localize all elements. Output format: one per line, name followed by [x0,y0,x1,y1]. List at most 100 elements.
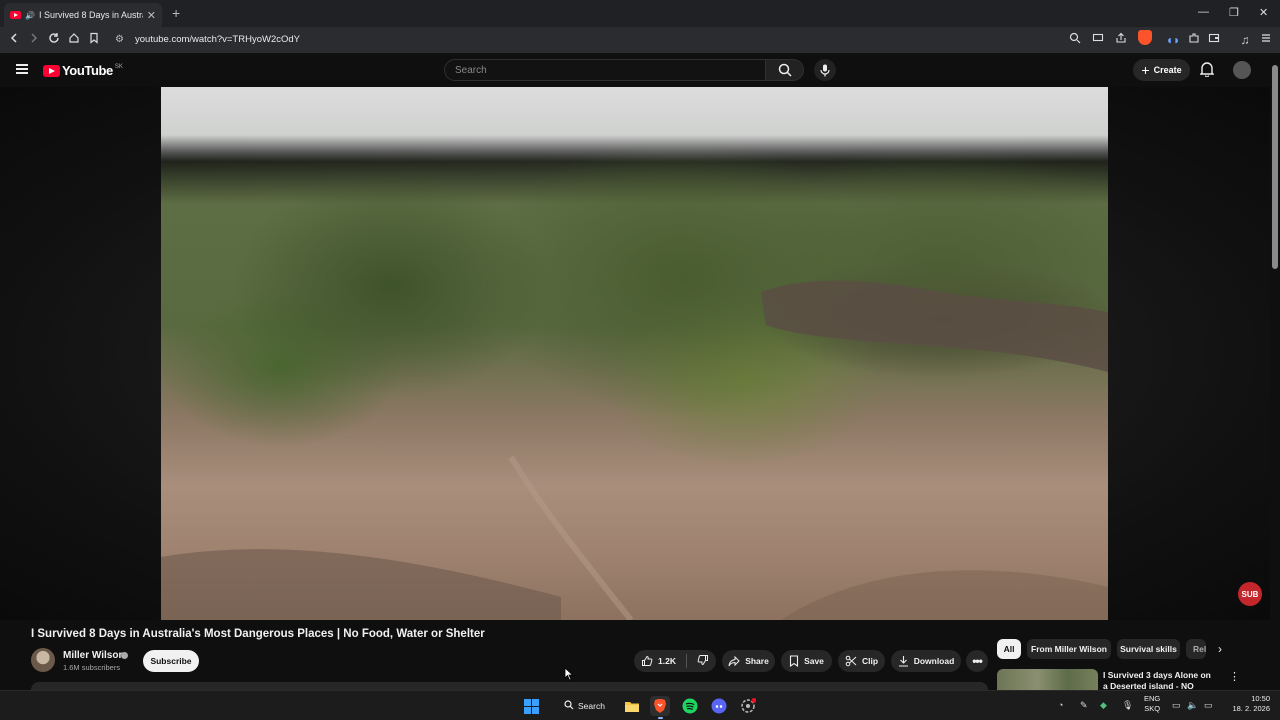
more-horizontal-icon: ••• [972,654,983,668]
download-icon [898,655,909,667]
video-frame-bush-scene [161,280,1108,620]
chip-all[interactable]: All [997,639,1021,659]
notifications-bell-icon[interactable] [1199,61,1215,82]
like-count[interactable]: 1.2K [658,656,676,666]
video-player[interactable] [161,87,1108,620]
share-page-icon[interactable] [1113,32,1129,48]
back-icon[interactable] [6,32,22,48]
page-scrollbar[interactable] [1270,53,1280,690]
search-icon [778,63,792,77]
create-button[interactable]: + Create [1133,59,1190,81]
country-code: SK [114,63,123,70]
create-label: Create [1153,65,1182,75]
volume-icon[interactable]: 🔈 [1187,700,1198,711]
menu-icon[interactable] [1258,32,1274,48]
search-button[interactable] [766,59,804,81]
tab-close-icon[interactable]: ✕ [147,9,156,22]
youtube-header: YouTube SK + Create [0,53,1270,87]
clip-button[interactable]: Clip [838,650,885,672]
mouse-cursor-icon [564,667,574,681]
share-label: Share [745,656,769,666]
wallet-icon[interactable] [1206,32,1222,48]
browser-tab-active[interactable]: 🔊 I Survived 8 Days in Australia ✕ [4,3,162,27]
cast-icon[interactable] [1090,32,1106,48]
input-language[interactable]: ENG SKQ [1144,694,1160,714]
system-clock[interactable]: 10:50 18. 2. 2026 [1228,694,1270,714]
youtube-favicon-icon [10,11,21,19]
clock-date: 18. 2. 2026 [1232,704,1270,713]
leo-ai-icon[interactable]: ◖◗ [1165,32,1181,48]
dislike-icon[interactable] [697,654,709,668]
brave-browser-icon[interactable] [650,696,670,719]
language-code: ENG [1144,694,1161,703]
share-button[interactable]: Share [722,650,775,672]
extensions-icon[interactable] [1186,32,1202,48]
more-vertical-icon[interactable]: ⋮ [1229,670,1240,683]
site-settings-icon[interactable]: ⚙ [115,34,124,45]
save-button[interactable]: Save [781,650,832,672]
subscribe-watermark[interactable]: SUB [1238,582,1262,606]
download-label: Download [913,656,955,666]
share-icon [728,655,740,667]
minimize-button[interactable]: — [1198,6,1209,18]
battery-icon[interactable]: ▭ [1204,700,1213,711]
tray-app-icon[interactable]: ◔ [1058,700,1063,710]
search-input[interactable] [445,60,745,81]
chip-survival-skills[interactable]: Survival skills [1117,639,1180,659]
network-icon[interactable]: ▭ [1172,700,1181,711]
recommended-title[interactable]: I Survived 3 days Alone on a Deserted is… [1103,670,1217,690]
clock-time: 10:50 [1251,694,1270,703]
logo-text: YouTube [62,63,113,78]
media-icon[interactable]: ♫ [1237,32,1253,48]
forward-icon[interactable] [26,32,42,48]
taskbar-search[interactable]: Search [556,696,614,716]
clip-label: Clip [861,656,879,666]
download-button[interactable]: Download [891,650,961,672]
channel-name[interactable]: Miller Wilson [63,650,125,661]
chip-related[interactable]: Rel [1186,639,1206,659]
verified-badge-icon [121,652,128,659]
chip-from-channel[interactable]: From Miller Wilson [1027,639,1111,659]
browser-tab-strip: 🔊 I Survived 8 Days in Australia ✕ + — ❐… [0,0,1280,27]
reload-icon[interactable] [46,32,62,48]
taskbar-search-label: Search [578,701,605,711]
search-icon [564,700,574,712]
chevron-right-icon[interactable]: › [1218,642,1222,656]
close-window-button[interactable]: ✕ [1259,6,1268,19]
spotify-icon[interactable] [680,696,700,716]
like-divider [685,654,687,668]
windows-start-icon[interactable] [524,699,539,714]
microphone-icon [820,64,830,76]
guide-menu-icon[interactable] [16,64,28,74]
audio-playing-icon[interactable]: 🔊 [25,11,35,20]
like-icon[interactable] [641,655,653,667]
channel-avatar[interactable] [31,648,55,672]
tray-microphone-icon[interactable]: 🎙 [1122,700,1133,711]
new-tab-button[interactable]: + [172,5,180,21]
restore-button[interactable]: ❐ [1229,6,1239,19]
brave-shields-icon[interactable] [1138,30,1152,45]
settings-app-icon[interactable] [738,696,758,716]
youtube-play-icon [43,64,60,77]
scrollbar-thumb[interactable] [1272,65,1278,269]
address-bar[interactable]: youtube.com/watch?v=TRHyoW2cOdY [135,34,300,45]
tab-title: I Survived 8 Days in Australia [38,10,143,20]
tray-shield-icon[interactable]: ◆ [1100,700,1107,711]
discord-icon[interactable] [709,696,729,716]
account-avatar[interactable] [1233,61,1251,79]
recommended-thumbnail[interactable] [997,669,1098,690]
tray-pen-icon[interactable]: ✎ [1080,700,1088,711]
voice-search-button[interactable] [814,59,836,81]
search-box [444,59,766,81]
zoom-icon[interactable] [1067,32,1083,48]
file-explorer-icon[interactable] [622,696,642,716]
subscriber-count: 1.6M subscribers [63,663,121,672]
youtube-logo[interactable]: YouTube SK [43,63,123,78]
scissors-icon [845,655,857,667]
subscribe-button[interactable]: Subscribe [143,650,199,672]
windows-taskbar: Search ◔ ✎ ◆ 🎙 ENG SKQ ▭ 🔈 ▭ 10:50 18. 2… [0,690,1280,720]
description-box[interactable] [31,682,988,690]
more-actions-button[interactable]: ••• [966,650,988,672]
home-icon[interactable] [66,32,82,48]
bookmark-icon[interactable] [86,32,102,48]
